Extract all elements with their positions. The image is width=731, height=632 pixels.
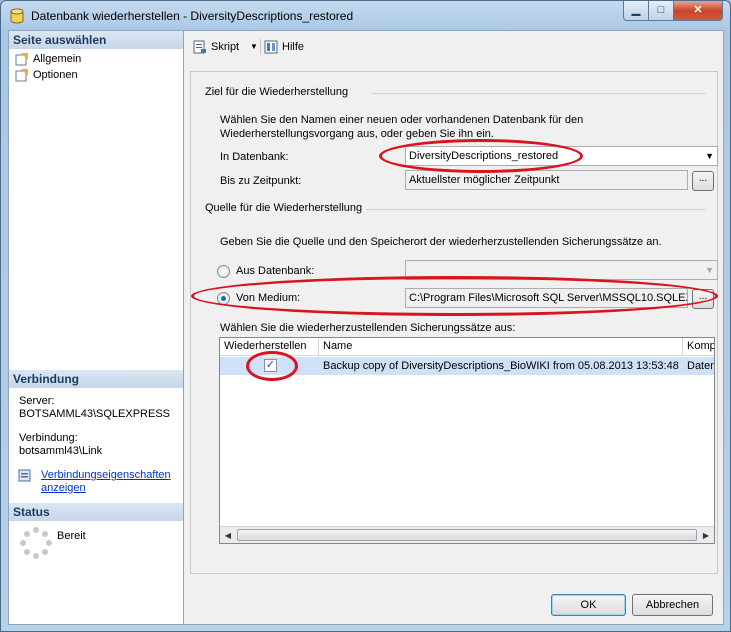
backup-set-component: Daten — [687, 360, 715, 372]
database-icon — [10, 8, 24, 24]
nav-item-optionen[interactable]: Optionen — [13, 67, 78, 83]
chevron-down-icon[interactable]: ▼ — [705, 261, 714, 279]
from-device-radio[interactable] — [217, 292, 230, 305]
connection-label: Verbindung: — [19, 432, 78, 444]
close-button[interactable]: ✕ — [673, 1, 723, 21]
connection-properties-link-line1: Verbindungseigenschaften — [41, 469, 171, 481]
divider — [366, 209, 706, 210]
left-panel: Seite auswählen Allgemein Optionen Verbi… — [9, 31, 184, 624]
help-icon — [264, 40, 278, 54]
cancel-button[interactable]: Abbrechen — [632, 594, 713, 616]
from-device-label[interactable]: Von Medium: — [236, 292, 300, 304]
minimize-button[interactable]: ▁ — [623, 1, 649, 21]
connection-properties-link[interactable]: Verbindungseigenschaften anzeigen — [41, 469, 171, 495]
divider — [371, 93, 706, 94]
nav-item-allgemein[interactable]: Allgemein — [13, 51, 82, 67]
chevron-down-icon[interactable]: ▼ — [250, 39, 258, 55]
help-label: Hilfe — [282, 41, 305, 53]
maximize-button[interactable]: □ — [648, 1, 674, 21]
script-icon — [193, 40, 206, 54]
restore-database-window: Datenbank wiederherstellen - DiversityDe… — [0, 0, 731, 632]
time-browse-button[interactable]: ... — [692, 171, 714, 191]
nav-label-optionen: Optionen — [33, 69, 78, 81]
connection-header: Verbindung — [9, 370, 183, 388]
window-title: Datenbank wiederherstellen - DiversityDe… — [31, 9, 354, 23]
scroll-right-icon[interactable]: ▶ — [699, 529, 713, 542]
toolbar: Skript ▼ Hilfe — [185, 31, 723, 61]
time-label: Bis zu Zeitpunkt: — [220, 175, 302, 187]
device-path-field[interactable]: C:\Program Files\Microsoft SQL Server\MS… — [405, 288, 688, 308]
source-description: Geben Sie die Quelle und den Speicherort… — [220, 236, 662, 248]
script-button[interactable]: Skript ▼ — [193, 39, 263, 55]
database-combobox[interactable]: DiversityDescriptions_restored ▼ — [405, 146, 718, 166]
chevron-down-icon[interactable]: ▼ — [705, 147, 714, 165]
page-select-header: Seite auswählen — [9, 31, 183, 49]
point-in-time-field[interactable]: Aktuellster möglicher Zeitpunkt — [405, 170, 688, 190]
status-value: Bereit — [57, 530, 86, 542]
page-icon — [15, 53, 28, 66]
from-database-combobox[interactable]: ▼ — [405, 260, 718, 280]
scrollbar-thumb[interactable] — [237, 529, 697, 541]
status-header: Status — [9, 503, 183, 521]
database-value: DiversityDescriptions_restored — [409, 150, 559, 162]
backup-sets-caption: Wählen Sie die wiederherzustellenden Sic… — [220, 322, 516, 334]
backup-sets-grid: Wiederherstellen Name Kompo ✓ Backup cop… — [219, 337, 715, 544]
table-row[interactable]: ✓ Backup copy of DiversityDescriptions_B… — [220, 357, 714, 375]
dialog-client-area: Seite auswählen Allgemein Optionen Verbi… — [8, 30, 724, 625]
source-group-title: Quelle für die Wiederherstellung — [205, 202, 363, 214]
column-header-name[interactable]: Name — [319, 338, 683, 356]
from-database-label[interactable]: Aus Datenbank: — [236, 265, 314, 277]
connection-value: botsamml43\Link — [19, 445, 103, 457]
connection-properties-link-line2: anzeigen — [41, 482, 86, 494]
progress-spinner-icon — [20, 527, 52, 559]
connection-properties-icon — [18, 469, 31, 482]
scroll-left-icon[interactable]: ◀ — [221, 529, 235, 542]
target-description: Wählen Sie den Namen einer neuen oder vo… — [220, 114, 584, 140]
column-header-component[interactable]: Kompo — [683, 338, 714, 356]
general-page-panel: Ziel für die Wiederherstellung Wählen Si… — [190, 71, 718, 574]
ok-button[interactable]: OK — [551, 594, 626, 616]
target-group-title: Ziel für die Wiederherstellung — [205, 86, 349, 98]
device-browse-button[interactable]: ... — [692, 289, 714, 309]
horizontal-scrollbar[interactable]: ◀ ▶ — [220, 526, 714, 543]
server-value: BOTSAMML43\SQLEXPRESS — [19, 408, 170, 420]
backup-set-name: Backup copy of DiversityDescriptions_Bio… — [323, 360, 679, 372]
server-label: Server: — [19, 395, 55, 407]
db-label: In Datenbank: — [220, 151, 289, 163]
title-bar[interactable]: Datenbank wiederherstellen - DiversityDe… — [1, 1, 730, 29]
restore-checkbox[interactable]: ✓ — [264, 359, 277, 372]
help-button[interactable]: Hilfe — [264, 39, 314, 55]
script-label: Skript — [211, 41, 240, 53]
nav-label-allgemein: Allgemein — [33, 53, 82, 65]
toolbar-separator — [260, 39, 261, 55]
page-icon — [15, 69, 28, 82]
from-database-radio[interactable] — [217, 265, 230, 278]
column-header-restore[interactable]: Wiederherstellen — [220, 338, 319, 356]
right-panel: Skript ▼ Hilfe Ziel für die Wiederherste… — [185, 31, 723, 624]
